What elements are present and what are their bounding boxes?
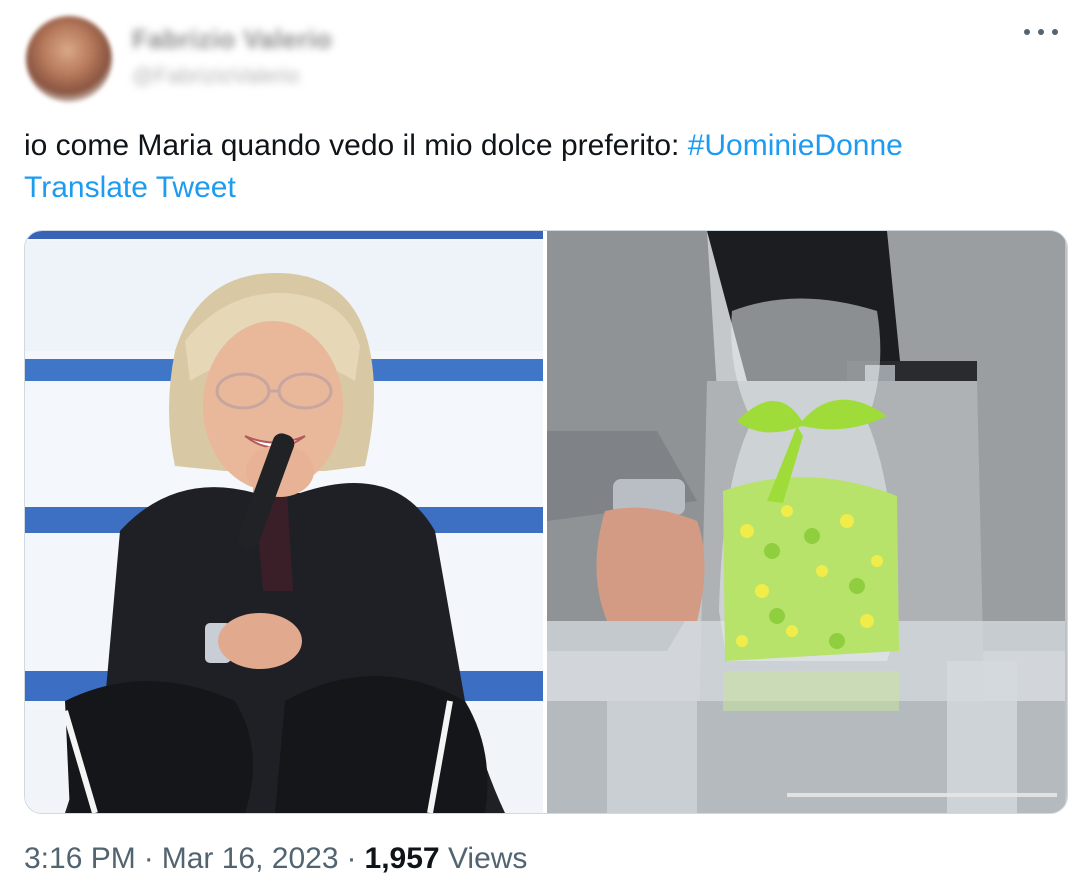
- translate-tweet-link[interactable]: Translate Tweet: [24, 168, 236, 208]
- author-handle[interactable]: @FabrizioValerio: [132, 63, 332, 89]
- author-block[interactable]: Fabrizio Valerio @FabrizioValerio: [132, 24, 332, 89]
- host-laughing-image: [25, 231, 543, 813]
- tweet-meta: 3:16 PM · Mar 16, 2023 · 1,957 Views: [24, 842, 527, 876]
- separator-dot: ·: [346, 842, 357, 875]
- tweet-body: io come Maria quando vedo il mio dolce p…: [24, 129, 688, 162]
- photo-candy-bag[interactable]: [547, 231, 1067, 813]
- photo-host-laughing[interactable]: [25, 231, 543, 813]
- tweet-text: io come Maria quando vedo il mio dolce p…: [24, 126, 1054, 166]
- tweet-header: Fabrizio Valerio @FabrizioValerio: [24, 10, 1064, 110]
- tweet-media[interactable]: [24, 230, 1068, 814]
- avatar[interactable]: [26, 16, 112, 102]
- separator-dot: ·: [143, 842, 154, 875]
- views-count: 1,957: [364, 842, 440, 875]
- author-display-name[interactable]: Fabrizio Valerio: [132, 24, 332, 55]
- candy-bag-image: [547, 231, 1065, 813]
- tweet-date[interactable]: Mar 16, 2023: [162, 842, 339, 875]
- views-label: Views: [447, 842, 528, 875]
- more-options-icon[interactable]: [1024, 22, 1058, 42]
- tweet-time[interactable]: 3:16 PM: [24, 842, 136, 875]
- hashtag-link[interactable]: #UominieDonne: [688, 129, 903, 162]
